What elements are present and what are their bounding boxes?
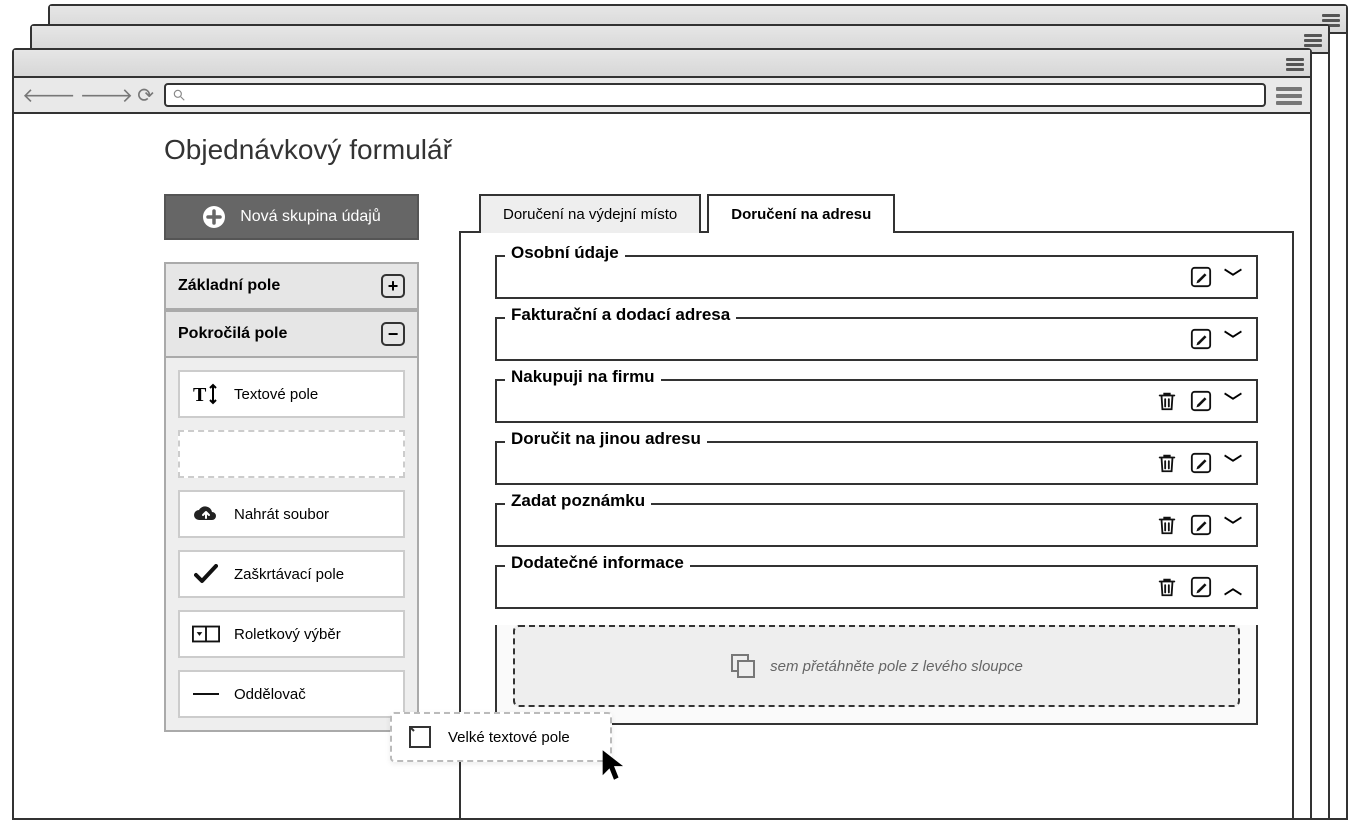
chevron-down-icon[interactable]: ﹀	[1224, 326, 1242, 352]
form-group: Fakturační a dodací adresa﹀	[495, 317, 1258, 361]
sidebar-item-label: Nahrát soubor	[234, 506, 329, 523]
text-height-icon: T	[192, 383, 220, 405]
form-group: Doručit na jinou adresu﹀	[495, 441, 1258, 485]
collapse-icon[interactable]: −	[381, 322, 405, 346]
sidebar-item-checkbox[interactable]: Zaškrtávací pole	[178, 550, 405, 598]
check-icon	[192, 564, 220, 584]
search-icon	[172, 88, 186, 102]
basic-fields-label: Základní pole	[178, 277, 280, 295]
edit-icon[interactable]	[1190, 452, 1212, 474]
chevron-down-icon[interactable]: ﹀	[1224, 512, 1242, 538]
new-group-button[interactable]: Nová skupina údajů	[164, 194, 419, 240]
sidebar-item-label: Oddělovač	[234, 686, 306, 703]
form-group: Zadat poznámku﹀	[495, 503, 1258, 547]
tab-label: Doručení na adresu	[731, 206, 871, 223]
form-group-legend: Doručit na jinou adresu	[505, 429, 707, 449]
back-icon[interactable]: 🡐	[22, 83, 76, 108]
edit-icon[interactable]	[1190, 514, 1212, 536]
sidebar-item-label: Roletkový výběr	[234, 626, 341, 643]
form-group: Nakupuji na firmu﹀	[495, 379, 1258, 423]
browser-toolbar: 🡐 🡒 ⟳	[14, 78, 1310, 114]
sidebar-item-placeholder	[178, 430, 405, 478]
new-group-label: Nová skupina údajů	[240, 208, 381, 226]
sidebar-item-text-field[interactable]: T Textové pole	[178, 370, 405, 418]
trash-icon[interactable]	[1156, 390, 1178, 412]
edit-icon[interactable]	[1190, 390, 1212, 412]
cloud-upload-icon	[192, 504, 220, 524]
sidebar-item-upload[interactable]: Nahrát soubor	[178, 490, 405, 538]
trash-icon[interactable]	[1156, 452, 1178, 474]
forward-icon[interactable]: 🡒	[80, 83, 134, 108]
chevron-down-icon[interactable]: ﹀	[1224, 264, 1242, 290]
edit-icon[interactable]	[1190, 576, 1212, 598]
edit-icon[interactable]	[1190, 328, 1212, 350]
drop-zone[interactable]: sem přetáhněte pole z levého sloupce	[513, 625, 1240, 707]
sidebar-item-divider[interactable]: Oddělovač	[178, 670, 405, 718]
browser-window: 🡐 🡒 ⟳ Objednávkový formulář	[12, 48, 1312, 820]
form-group: Osobní údaje﹀	[495, 255, 1258, 299]
dropdown-icon	[192, 625, 220, 643]
expand-icon[interactable]: +	[381, 274, 405, 298]
chevron-down-icon[interactable]: ﹀	[1224, 450, 1242, 476]
dragging-field[interactable]: Velké textové pole	[390, 712, 612, 762]
hamburger-icon	[1286, 56, 1304, 72]
chevron-down-icon[interactable]: ﹀	[1224, 388, 1242, 414]
sidebar: Nová skupina údajů Základní pole + Pokro…	[164, 194, 419, 732]
tabs: Doručení na výdejní místo Doručení na ad…	[479, 194, 1294, 233]
copy-icon	[730, 653, 756, 679]
titlebar	[14, 50, 1310, 78]
form-group: Dodatečné informace︿sem přetáhněte pole …	[495, 565, 1258, 725]
textarea-icon	[406, 726, 434, 748]
tab-label: Doručení na výdejní místo	[503, 206, 677, 223]
edit-icon[interactable]	[1190, 266, 1212, 288]
hamburger-icon	[1304, 32, 1322, 48]
advanced-fields-header[interactable]: Pokročilá pole −	[166, 310, 417, 358]
chevron-up-icon[interactable]: ︿	[1224, 574, 1242, 600]
reload-icon[interactable]: ⟳	[137, 83, 154, 108]
trash-icon[interactable]	[1156, 576, 1178, 598]
sidebar-panel: Základní pole + Pokročilá pole − T	[164, 262, 419, 732]
divider-icon	[192, 691, 220, 697]
basic-fields-header[interactable]: Základní pole +	[166, 264, 417, 310]
dropzone-hint: sem přetáhněte pole z levého sloupce	[770, 658, 1023, 675]
form-group-content: sem přetáhněte pole z levého sloupce	[495, 625, 1258, 725]
form-group-legend: Fakturační a dodací adresa	[505, 305, 736, 325]
address-bar[interactable]	[164, 83, 1266, 107]
advanced-fields-body: T Textové pole Nahrát soubor	[166, 358, 417, 730]
page-title: Objednávkový formulář	[164, 134, 1294, 166]
svg-text:T: T	[193, 384, 207, 405]
trash-icon[interactable]	[1156, 514, 1178, 536]
sidebar-item-label: Zaškrtávací pole	[234, 566, 344, 583]
plus-circle-icon	[202, 205, 226, 229]
tab-pickup[interactable]: Doručení na výdejní místo	[479, 194, 701, 233]
form-group-legend: Nakupuji na firmu	[505, 367, 661, 387]
form-group-legend: Dodatečné informace	[505, 553, 690, 573]
form-group-legend: Zadat poznámku	[505, 491, 651, 511]
advanced-fields-label: Pokročilá pole	[178, 325, 287, 343]
sidebar-item-dropdown[interactable]: Roletkový výběr	[178, 610, 405, 658]
menu-icon[interactable]	[1276, 84, 1302, 106]
dragging-label: Velké textové pole	[448, 729, 570, 746]
sidebar-item-label: Textové pole	[234, 386, 318, 403]
form-group-legend: Osobní údaje	[505, 243, 625, 263]
tab-address[interactable]: Doručení na adresu	[707, 194, 895, 233]
